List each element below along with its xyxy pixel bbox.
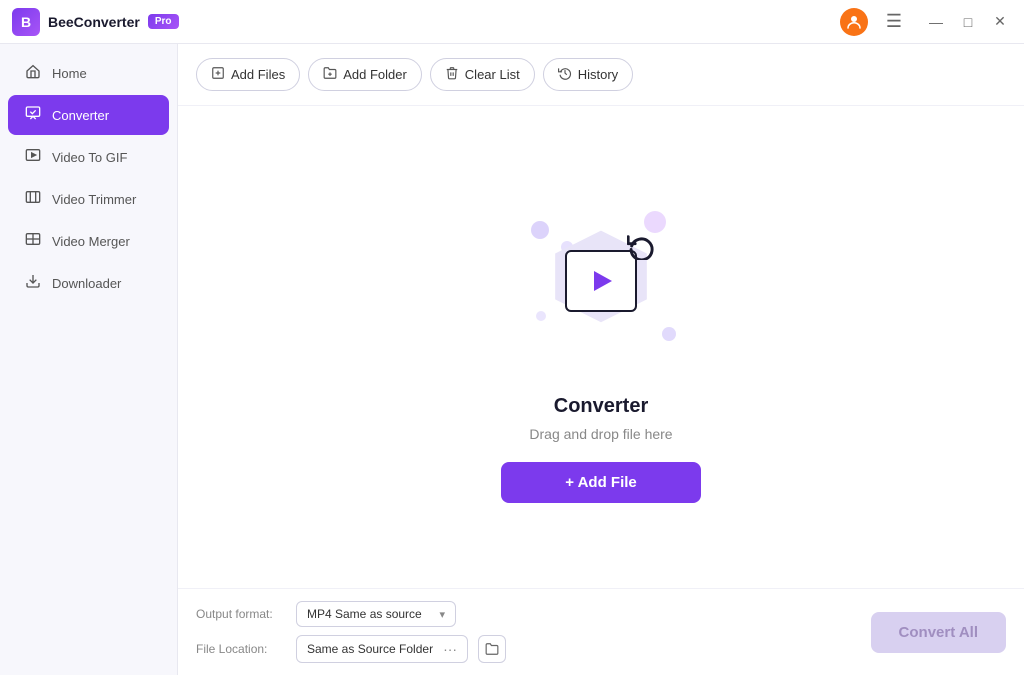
sidebar-label-home: Home (52, 66, 87, 81)
history-label: History (578, 67, 618, 82)
video-merger-icon (24, 231, 42, 251)
drop-zone: Converter Drag and drop file here + Add … (178, 106, 1024, 588)
player-illustration (565, 250, 637, 312)
clear-list-label: Clear List (465, 67, 520, 82)
convert-all-button[interactable]: Convert All (871, 612, 1006, 653)
add-folder-icon (323, 66, 337, 83)
sidebar-item-video-to-gif[interactable]: Video To GIF (8, 137, 169, 177)
user-avatar-icon[interactable] (840, 8, 868, 36)
file-location-row: File Location: Same as Source Folder ··· (196, 635, 506, 663)
drop-subtitle: Drag and drop file here (529, 426, 672, 442)
app-logo: B (12, 8, 40, 36)
add-files-label: Add Files (231, 67, 285, 82)
maximize-button[interactable]: □ (956, 10, 980, 34)
file-location-value: Same as Source Folder (307, 642, 433, 656)
sidebar-label-converter: Converter (52, 108, 109, 123)
output-format-select[interactable]: MP4 Same as source ▾ (296, 601, 456, 627)
drop-title: Converter (554, 395, 648, 418)
home-icon (24, 63, 42, 83)
sidebar-label-video-to-gif: Video To GIF (52, 150, 127, 165)
play-triangle (594, 271, 612, 291)
output-format-label: Output format: (196, 607, 286, 621)
output-format-row: Output format: MP4 Same as source ▾ (196, 601, 506, 627)
close-button[interactable]: ✕ (988, 10, 1012, 34)
bottom-left: Output format: MP4 Same as source ▾ File… (196, 601, 506, 663)
add-files-icon (211, 66, 225, 83)
sidebar-item-converter[interactable]: Converter (8, 95, 169, 135)
clear-list-icon (445, 66, 459, 83)
menu-icon[interactable]: ☰ (880, 8, 908, 36)
add-files-button[interactable]: Add Files (196, 58, 300, 91)
sidebar-item-video-merger[interactable]: Video Merger (8, 221, 169, 261)
decorative-dot-5 (536, 311, 546, 321)
file-location-field: Same as Source Folder ··· (296, 635, 468, 663)
clear-list-button[interactable]: Clear List (430, 58, 535, 91)
toolbar: Add Files Add Folder (178, 44, 1024, 106)
video-trimmer-icon (24, 189, 42, 209)
browse-folder-button[interactable] (478, 635, 506, 663)
history-button[interactable]: History (543, 58, 633, 91)
add-file-button[interactable]: + Add File (501, 462, 701, 503)
content-area: Add Files Add Folder (178, 44, 1024, 675)
sidebar: Home Converter Video To GIF (0, 44, 178, 675)
sidebar-label-video-trimmer: Video Trimmer (52, 192, 136, 207)
app-name: BeeConverter (48, 14, 140, 30)
location-more-button[interactable]: ··· (443, 641, 457, 657)
sidebar-label-video-merger: Video Merger (52, 234, 130, 249)
titlebar-right: ☰ — □ ✕ (840, 8, 1012, 36)
minimize-button[interactable]: — (924, 10, 948, 34)
file-location-label: File Location: (196, 642, 286, 656)
decorative-dot-3 (662, 327, 676, 341)
history-icon (558, 66, 572, 83)
titlebar-left: B BeeConverter Pro (12, 8, 179, 36)
sidebar-item-home[interactable]: Home (8, 53, 169, 93)
add-folder-label: Add Folder (343, 67, 407, 82)
bottom-bar: Output format: MP4 Same as source ▾ File… (178, 588, 1024, 675)
illustration (511, 191, 691, 371)
pro-badge: Pro (148, 14, 179, 29)
output-format-value: MP4 Same as source (307, 607, 422, 621)
chevron-down-icon: ▾ (439, 608, 445, 621)
sidebar-label-downloader: Downloader (52, 276, 121, 291)
window-controls: — □ ✕ (924, 10, 1012, 34)
refresh-arrow (627, 232, 655, 265)
logo-letter: B (21, 14, 31, 30)
downloader-icon (24, 273, 42, 293)
sidebar-item-video-trimmer[interactable]: Video Trimmer (8, 179, 169, 219)
sidebar-item-downloader[interactable]: Downloader (8, 263, 169, 303)
video-to-gif-icon (24, 147, 42, 167)
add-folder-button[interactable]: Add Folder (308, 58, 422, 91)
player-container (565, 250, 637, 312)
main-layout: Home Converter Video To GIF (0, 44, 1024, 675)
titlebar: B BeeConverter Pro ☰ — □ ✕ (0, 0, 1024, 44)
converter-icon (24, 105, 42, 125)
